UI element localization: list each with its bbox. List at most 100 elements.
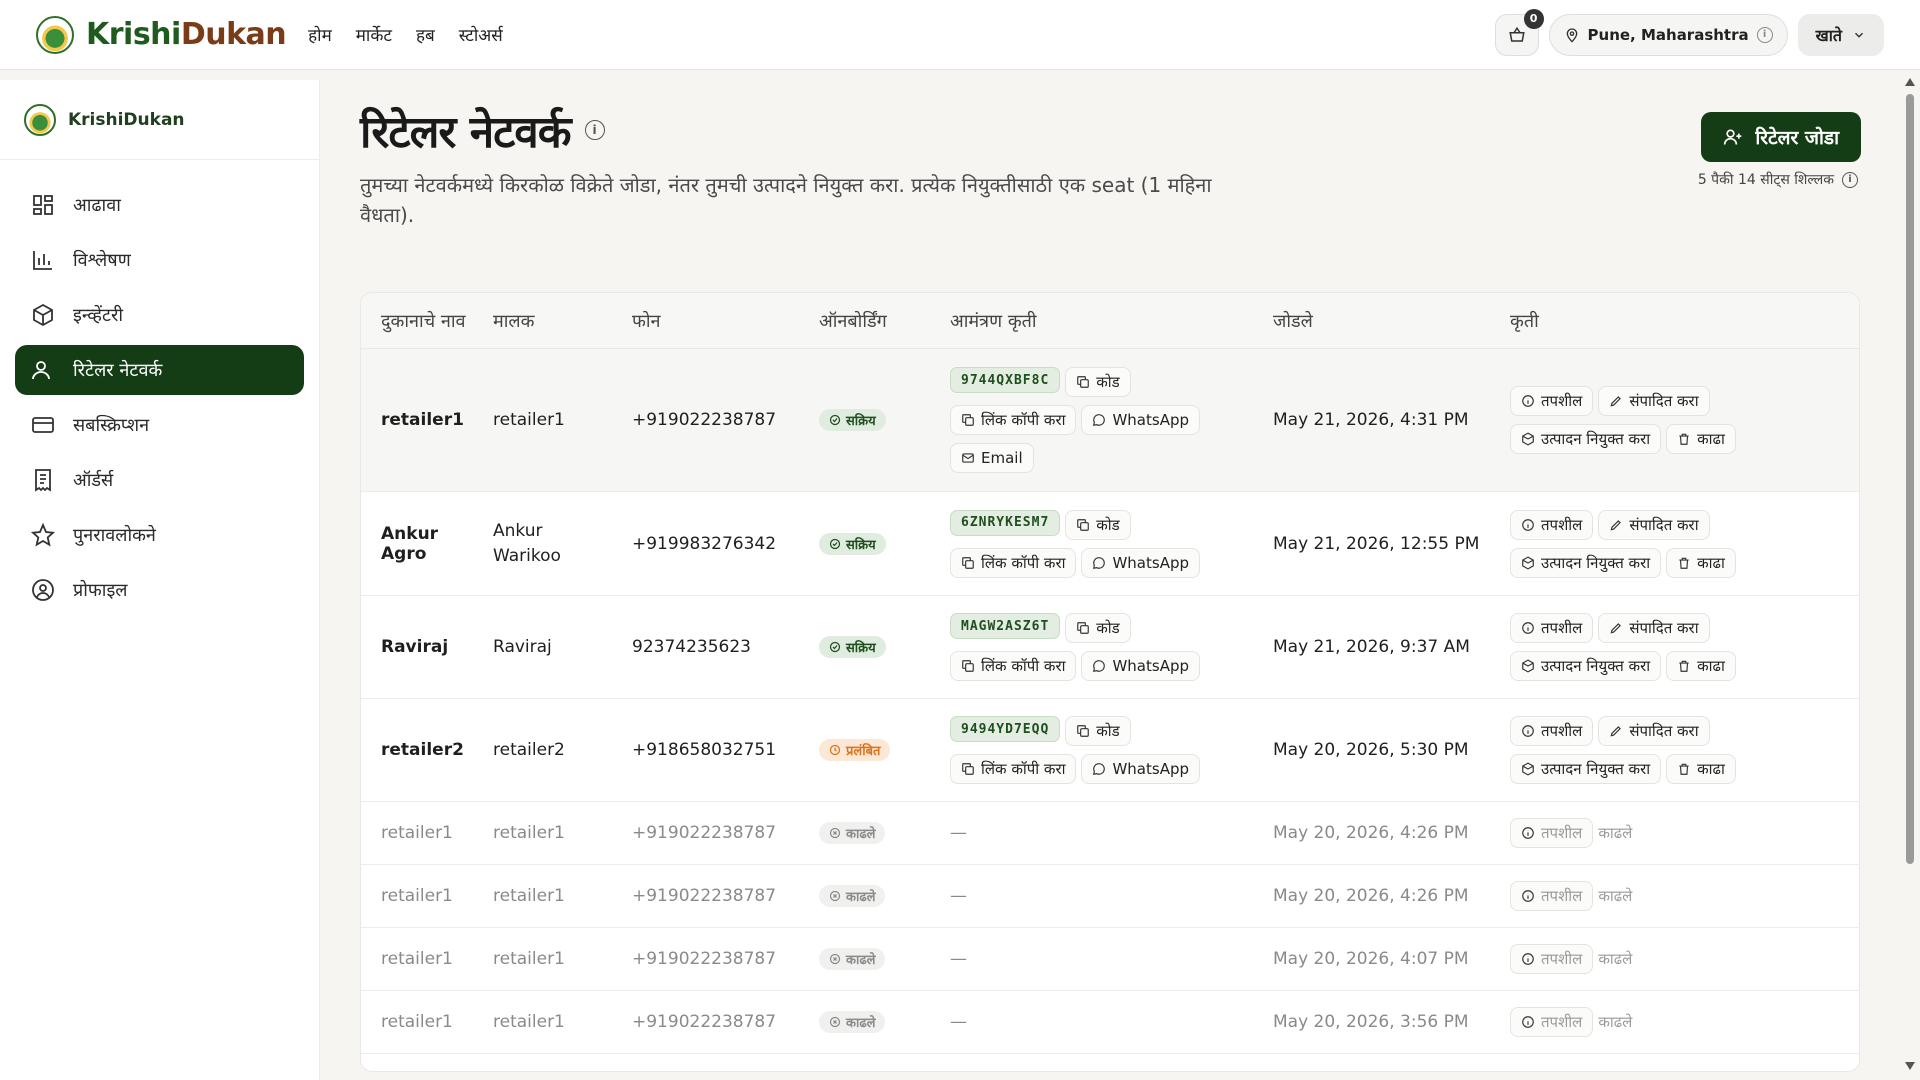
sidebar-item-reviews[interactable]: पुनरावलोकने [15,510,304,560]
cell-shop-name: Ankur Agro [381,523,439,564]
krishidukan-logo [24,103,56,136]
sidebar-brand-name: KrishiDukan [68,109,185,130]
table-row: retailer1 retailer1 +919022238787 काढले — May… [361,991,1859,1054]
cell-added: May 20, 2026, 3:56 PM [1273,1012,1469,1032]
table-row: retailer1 retailer1 +919022238787 सक्रिय 974… [361,349,1859,492]
scroll-up-arrow[interactable] [1905,78,1915,86]
nav-hub[interactable]: हब [416,23,435,46]
copy-link-button[interactable]: लिंक कॉपी करा [950,547,1077,578]
sidebar-item-orders[interactable]: ऑर्डर्स [15,455,304,505]
whatsapp-button[interactable]: WhatsApp [1081,651,1200,681]
cell-owner: retailer1 [493,409,565,430]
cell-added: May 21, 2026, 12:55 PM [1273,533,1480,554]
cell-added: May 20, 2026, 4:07 PM [1273,949,1469,969]
edit-button[interactable]: संपादित करा [1598,509,1710,540]
col-actions: कृती [1510,310,1539,332]
whatsapp-button[interactable]: WhatsApp [1081,547,1200,578]
copy-code-button[interactable]: कोड [1065,716,1131,746]
whatsapp-button[interactable]: WhatsApp [1081,405,1200,435]
edit-button[interactable]: संपादित करा [1598,716,1710,746]
cell-owner: retailer1 [493,822,565,843]
page-title: रिटेलर नेटवर्क [360,107,572,158]
details-button[interactable]: तपशील [1510,881,1594,911]
sidebar-item-label: इन्व्हेंटरी [73,305,124,326]
top-bar: KrishiDukan होम मार्केट हब स्टोअर्स 0 Pu… [0,0,1920,70]
remove-button[interactable]: काढा [1666,424,1736,454]
cell-shop-name: Raviraj [381,637,449,657]
nav-stores[interactable]: स्टोअर्स [459,23,503,46]
remove-button[interactable]: काढा [1666,651,1736,681]
sidebar-item-retailer-network[interactable]: रिटेलर नेटवर्क [15,345,304,395]
details-button[interactable]: तपशील [1510,818,1594,848]
sidebar-item-inventory[interactable]: इन्व्हेंटरी [15,290,304,340]
details-button[interactable]: तपशील [1510,509,1594,540]
copy-icon [962,414,974,426]
sidebar-item-label: आढावा [73,195,121,216]
details-button[interactable]: तपशील [1510,613,1594,643]
trash-icon [1679,763,1689,775]
status-badge: सक्रिय [819,636,886,658]
details-button[interactable]: तपशील [1510,716,1594,746]
location-selector[interactable]: Pune, Maharashtra i [1548,13,1788,56]
add-retailer-button[interactable]: रिटेलर जोडा [1701,112,1861,162]
details-button[interactable]: तपशील [1510,386,1594,416]
removed-label: काढले [1598,1013,1633,1031]
copy-code-button[interactable]: कोड [1065,509,1131,540]
copy-icon [1077,376,1090,388]
details-button[interactable]: तपशील [1510,1007,1594,1037]
remove-button[interactable]: काढा [1666,754,1736,784]
sidebar-item-label: ऑर्डर्स [73,470,114,491]
copy-link-button[interactable]: लिंक कॉपी करा [950,405,1077,435]
removed-label: काढले [1598,824,1633,842]
x-circle-icon [829,827,841,839]
chart-icon [33,251,52,270]
sidebar-item-overview[interactable]: आढावा [15,180,304,230]
table-row: retailer1 retailer1 +919022238787 काढले — May… [361,928,1859,991]
copy-code-button[interactable]: कोड [1065,613,1131,643]
info-icon[interactable]: i [584,120,605,140]
account-menu-button[interactable]: खाते [1797,13,1884,56]
sidebar-menu: आढावा विश्लेषण इन्व्हेंटरी रिटेलर नेटवर्… [0,160,319,635]
invite-code: 9494YD7EQQ [950,716,1061,742]
table-row: retailer1 retailer1 +919022238787 काढले — May… [361,802,1859,865]
table-row: Ankur Agro Ankur Warikoo +919983276342 सक्र… [361,492,1859,596]
pencil-icon [1610,726,1622,737]
edit-button[interactable]: संपादित करा [1598,386,1710,416]
cell-shop-name: retailer1 [381,1012,453,1032]
copy-link-button[interactable]: लिंक कॉपी करा [950,651,1077,681]
info-icon [1522,953,1534,965]
edit-button[interactable]: संपादित करा [1598,613,1710,643]
status-badge: सक्रिय [819,409,886,431]
cell-actions: तपशील काढले [1510,877,1859,915]
trash-icon [1679,433,1689,445]
whatsapp-button[interactable]: WhatsApp [1081,754,1200,784]
email-button[interactable]: Email [950,443,1034,473]
cell-phone: +919022238787 [632,949,777,969]
page-scrollbar[interactable] [1904,76,1916,1072]
brand[interactable]: KrishiDukan [36,15,287,54]
remove-button[interactable]: काढा [1666,547,1736,578]
sidebar-brand[interactable]: KrishiDukan [0,80,319,160]
copy-icon [962,763,974,775]
copy-link-button[interactable]: लिंक कॉपी करा [950,754,1077,784]
scroll-down-arrow[interactable] [1905,1062,1915,1070]
sidebar-item-subscription[interactable]: सबस्क्रिप्शन [15,400,304,450]
user-plus-icon [1724,129,1742,145]
scroll-thumb[interactable] [1906,94,1914,864]
x-circle-icon [829,890,841,902]
cart-button[interactable]: 0 [1494,8,1544,56]
nav-home[interactable]: होम [308,23,332,46]
col-owner: मालक [493,310,535,332]
assign-product-button[interactable]: उत्पादन नियुक्त करा [1510,754,1662,784]
assign-product-button[interactable]: उत्पादन नियुक्त करा [1510,424,1662,454]
details-button[interactable]: तपशील [1510,944,1594,974]
sidebar-item-profile[interactable]: प्रोफाइल [15,565,304,615]
info-icon[interactable]: i [1842,171,1858,188]
sidebar-item-analytics[interactable]: विश्लेषण [15,235,304,285]
assign-product-button[interactable]: उत्पादन नियुक्त करा [1510,547,1662,578]
nav-market[interactable]: मार्केट [356,23,392,46]
assign-product-button[interactable]: उत्पादन नियुक्त करा [1510,651,1662,681]
brand-name: KrishiDukan [86,17,287,52]
copy-code-button[interactable]: कोड [1065,367,1131,397]
cell-added: May 20, 2026, 4:26 PM [1273,823,1469,843]
